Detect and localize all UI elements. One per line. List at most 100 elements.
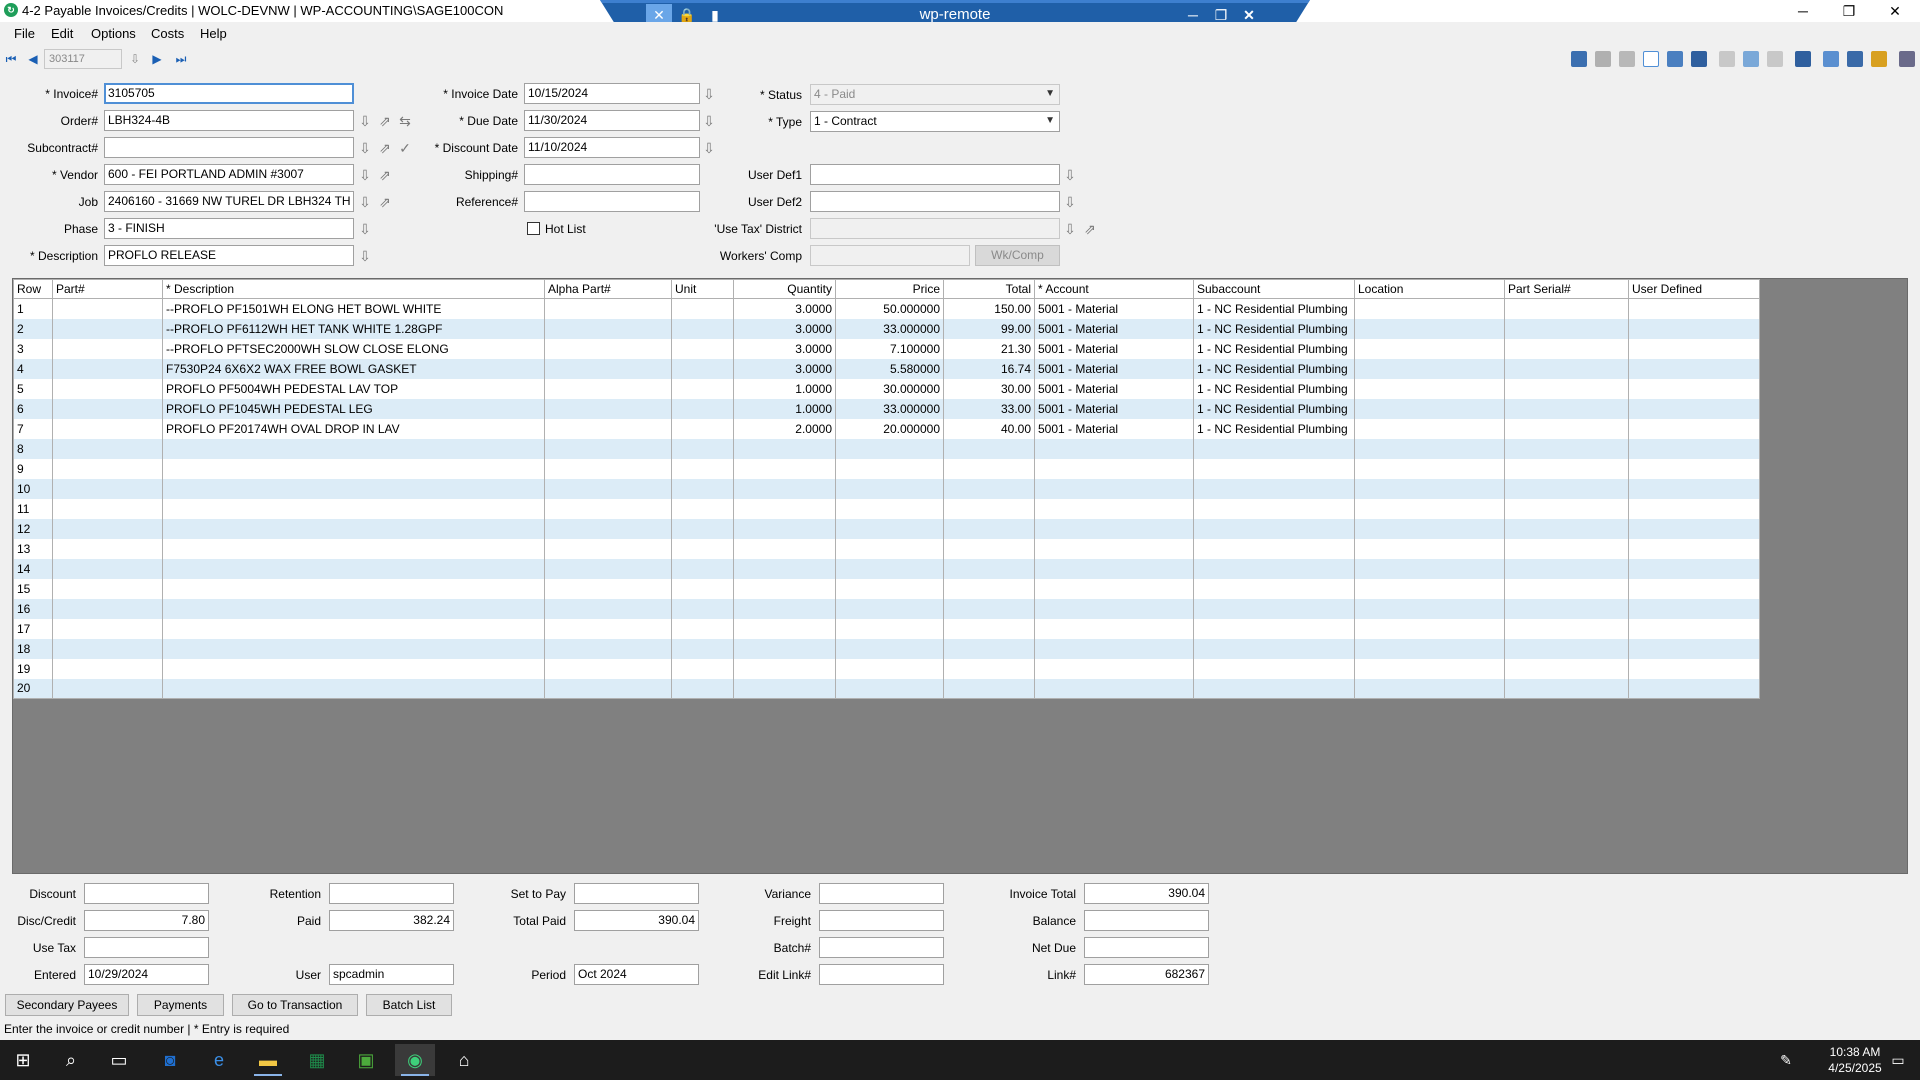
cell-price[interactable] (835, 438, 944, 459)
cell-row[interactable]: 4 (13, 358, 53, 379)
cell-location[interactable] (1354, 298, 1505, 319)
cell-price[interactable] (835, 538, 944, 559)
description-lookup-icon[interactable]: ⇩ (357, 247, 373, 265)
cell-location[interactable] (1354, 578, 1505, 599)
menu-file[interactable]: File (14, 26, 35, 41)
table-row[interactable]: 18 (13, 638, 1760, 659)
cell-unit[interactable] (671, 478, 734, 499)
cell-user-defined[interactable] (1628, 398, 1760, 419)
phase-input[interactable]: 3 - FINISH (104, 218, 354, 239)
order-link-icon[interactable]: ⇆ (397, 112, 413, 130)
table-row[interactable]: 20 (13, 678, 1760, 699)
cell-description[interactable] (162, 598, 545, 619)
cell-subaccount[interactable] (1193, 658, 1355, 679)
cell-total[interactable] (943, 638, 1035, 659)
column-header-unit[interactable]: Unit (671, 279, 734, 299)
cell-location[interactable] (1354, 398, 1505, 419)
cell-subaccount[interactable] (1193, 638, 1355, 659)
cell-subaccount[interactable] (1193, 498, 1355, 519)
column-header-price[interactable]: Price (835, 279, 944, 299)
cell-unit[interactable] (671, 318, 734, 339)
payments-button[interactable]: Payments (137, 994, 224, 1016)
new-record-icon[interactable] (1643, 51, 1659, 67)
cell-part-serial[interactable] (1504, 678, 1629, 699)
cell-total[interactable] (943, 518, 1035, 539)
cell-description[interactable]: PROFLO PF20174WH OVAL DROP IN LAV (162, 418, 545, 439)
table-row[interactable]: 14 (13, 558, 1760, 579)
cell-unit[interactable] (671, 498, 734, 519)
cell-account[interactable]: 5001 - Material (1034, 358, 1194, 379)
cell-part-serial[interactable] (1504, 318, 1629, 339)
cell-subaccount[interactable]: 1 - NC Residential Plumbing (1193, 298, 1355, 319)
cell-account[interactable] (1034, 598, 1194, 619)
cell-location[interactable] (1354, 418, 1505, 439)
cell-part-serial[interactable] (1504, 398, 1629, 419)
cell-part[interactable] (52, 418, 163, 439)
cell-total[interactable] (943, 498, 1035, 519)
cell-account[interactable] (1034, 458, 1194, 479)
table-row[interactable]: 3 --PROFLO PFTSEC2000WH SLOW CLOSE ELONG 3… (13, 338, 1760, 359)
table-row[interactable]: 2 --PROFLO PF6112WH HET TANK WHITE 1.28GP… (13, 318, 1760, 339)
hot-list-checkbox[interactable] (527, 222, 540, 235)
last-record-icon[interactable]: ⏭ (172, 50, 190, 68)
cell-location[interactable] (1354, 558, 1505, 579)
cell-user-defined[interactable] (1628, 458, 1760, 479)
cell-alpha-part[interactable] (544, 678, 672, 699)
column-header-account[interactable]: * Account (1034, 279, 1194, 299)
cell-quantity[interactable] (733, 638, 836, 659)
cell-row[interactable]: 19 (13, 658, 53, 679)
cell-price[interactable] (835, 618, 944, 639)
cell-account[interactable] (1034, 638, 1194, 659)
cell-row[interactable]: 17 (13, 618, 53, 639)
menu-edit[interactable]: Edit (51, 26, 73, 41)
cell-user-defined[interactable] (1628, 638, 1760, 659)
cell-total[interactable] (943, 478, 1035, 499)
cell-row[interactable]: 14 (13, 558, 53, 579)
cell-user-defined[interactable] (1628, 658, 1760, 679)
entered-input[interactable]: 10/29/2024 (84, 964, 209, 985)
cut-icon[interactable] (1719, 51, 1735, 67)
cell-description[interactable] (162, 558, 545, 579)
column-header-user-defined[interactable]: User Defined (1628, 279, 1760, 299)
period-input[interactable]: Oct 2024 (574, 964, 699, 985)
cell-row[interactable]: 8 (13, 438, 53, 459)
cell-description[interactable] (162, 678, 545, 699)
cell-location[interactable] (1354, 658, 1505, 679)
cell-unit[interactable] (671, 518, 734, 539)
cell-row[interactable]: 2 (13, 318, 53, 339)
cell-alpha-part[interactable] (544, 398, 672, 419)
cell-part[interactable] (52, 298, 163, 319)
cell-alpha-part[interactable] (544, 418, 672, 439)
cell-part-serial[interactable] (1504, 558, 1629, 579)
table-row[interactable]: 1 --PROFLO PF1501WH ELONG HET BOWL WHITE 3… (13, 298, 1760, 319)
edit-icon[interactable] (1823, 51, 1839, 67)
cell-part-serial[interactable] (1504, 358, 1629, 379)
cell-price[interactable]: 20.000000 (835, 418, 944, 439)
cell-alpha-part[interactable] (544, 458, 672, 479)
cell-price[interactable] (835, 638, 944, 659)
cell-price[interactable]: 33.000000 (835, 318, 944, 339)
cell-description[interactable] (162, 478, 545, 499)
type-select[interactable]: 1 - Contract ▼ (810, 111, 1060, 132)
print-icon[interactable] (1899, 51, 1915, 67)
cell-alpha-part[interactable] (544, 298, 672, 319)
cell-account[interactable] (1034, 578, 1194, 599)
cell-unit[interactable] (671, 378, 734, 399)
cell-part[interactable] (52, 338, 163, 359)
save-icon[interactable] (1571, 51, 1587, 67)
subcontract-zoom-icon[interactable]: ⇗ (377, 139, 393, 157)
cell-part-serial[interactable] (1504, 618, 1629, 639)
cell-user-defined[interactable] (1628, 618, 1760, 639)
disc-credit-input[interactable]: 7.80 (84, 910, 209, 931)
cell-price[interactable] (835, 558, 944, 579)
cell-row[interactable]: 18 (13, 638, 53, 659)
user-def1-input[interactable] (810, 164, 1060, 185)
table-row[interactable]: 9 (13, 458, 1760, 479)
column-header-part[interactable]: Part# (52, 279, 163, 299)
cell-user-defined[interactable] (1628, 338, 1760, 359)
cell-description[interactable] (162, 578, 545, 599)
cell-total[interactable]: 16.74 (943, 358, 1035, 379)
table-row[interactable]: 7 PROFLO PF20174WH OVAL DROP IN LAV 2.0000… (13, 418, 1760, 439)
cell-total[interactable] (943, 558, 1035, 579)
column-header-description[interactable]: * Description (162, 279, 545, 299)
